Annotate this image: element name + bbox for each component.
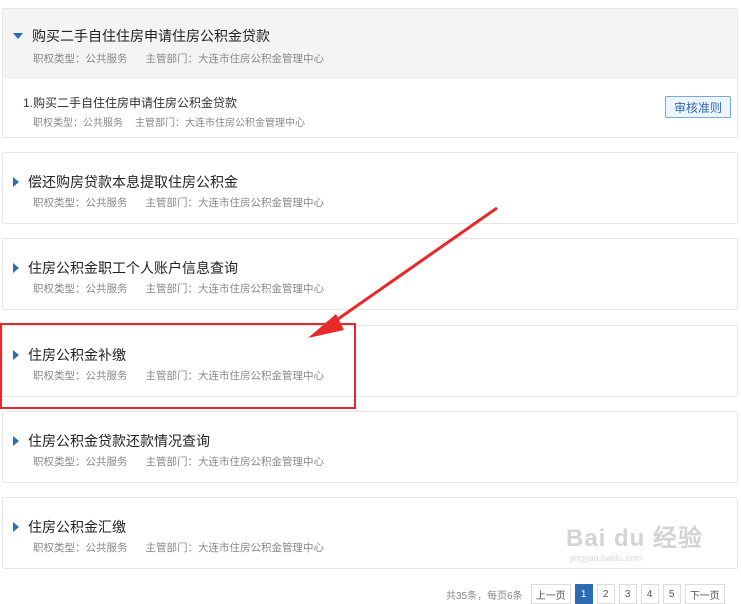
meta-dept: 主管部门：大连市住房公积金管理中心: [145, 370, 325, 382]
meta-type: 职权类型：公共服务: [33, 197, 128, 209]
service-meta: 职权类型：公共服务 主管部门：大连市住房公积金管理中心: [33, 454, 324, 469]
page-button-3[interactable]: 3: [618, 584, 637, 604]
meta-dept: 主管部门：大连市住房公积金管理中心: [145, 53, 325, 65]
caret-right-icon: [13, 522, 19, 532]
prev-page-button[interactable]: 上一页: [530, 584, 571, 604]
next-page-button[interactable]: 下一页: [684, 584, 725, 604]
page-button-1[interactable]: 1: [574, 584, 593, 604]
pagination-info: 共35条，每页6条: [446, 590, 523, 602]
service-title[interactable]: 偿还购房贷款本息提取住房公积金: [28, 172, 238, 192]
meta-type: 职权类型：公共服务: [33, 53, 128, 65]
service-meta: 职权类型：公共服务 主管部门：大连市住房公积金管理中心: [33, 51, 324, 66]
meta-type: 职权类型：公共服务: [33, 118, 123, 129]
service-meta: 职权类型：公共服务 主管部门：大连市住房公积金管理中心: [33, 368, 324, 383]
sub-service-title[interactable]: 1.购买二手自住住房申请住房公积金贷款: [23, 94, 237, 111]
caret-right-icon: [13, 177, 19, 187]
meta-dept: 主管部门：大连市住房公积金管理中心: [145, 542, 325, 554]
meta-type: 职权类型：公共服务: [33, 370, 128, 382]
sub-service-meta: 职权类型：公共服务 主管部门：大连市住房公积金管理中心: [33, 114, 305, 129]
meta-type: 职权类型：公共服务: [33, 283, 128, 295]
meta-dept: 主管部门：大连市住房公积金管理中心: [145, 197, 325, 209]
caret-right-icon: [13, 350, 19, 360]
service-meta: 职权类型：公共服务 主管部门：大连市住房公积金管理中心: [33, 540, 324, 555]
meta-dept: 主管部门：大连市住房公积金管理中心: [145, 456, 325, 468]
service-title[interactable]: 住房公积金补缴: [28, 345, 126, 365]
page-button-4[interactable]: 4: [640, 584, 659, 604]
service-item-4[interactable]: 住房公积金补缴 职权类型：公共服务 主管部门：大连市住房公积金管理中心: [2, 325, 738, 397]
meta-type: 职权类型：公共服务: [33, 542, 128, 554]
service-item-5[interactable]: 住房公积金贷款还款情况查询 职权类型：公共服务 主管部门：大连市住房公积金管理中心: [2, 411, 738, 483]
service-meta: 职权类型：公共服务 主管部门：大连市住房公积金管理中心: [33, 281, 324, 296]
review-criteria-button[interactable]: 审核准则: [665, 96, 731, 118]
service-title[interactable]: 住房公积金汇缴: [28, 517, 126, 537]
service-title[interactable]: 购买二手自住住房申请住房公积金贷款: [32, 26, 270, 46]
caret-right-icon: [13, 263, 19, 273]
meta-dept: 主管部门：大连市住房公积金管理中心: [145, 283, 325, 295]
service-title[interactable]: 住房公积金职工个人账户信息查询: [28, 258, 238, 278]
pagination: 共35条，每页6条 上一页 1 2 3 4 5 下一页: [446, 584, 729, 604]
meta-type: 职权类型：公共服务: [33, 456, 128, 468]
service-item-6[interactable]: 住房公积金汇缴 职权类型：公共服务 主管部门：大连市住房公积金管理中心: [2, 497, 738, 569]
service-meta: 职权类型：公共服务 主管部门：大连市住房公积金管理中心: [33, 195, 324, 210]
page-button-2[interactable]: 2: [596, 584, 615, 604]
service-item-1[interactable]: 购买二手自住住房申请住房公积金贷款 职权类型：公共服务主管部门：大连市住房公积金…: [2, 8, 738, 138]
service-item-2[interactable]: 偿还购房贷款本息提取住房公积金 职权类型：公共服务 主管部门：大连市住房公积金管理…: [2, 152, 738, 224]
caret-right-icon: [13, 436, 19, 446]
caret-down-icon: [13, 33, 23, 39]
page-button-5[interactable]: 5: [662, 584, 681, 604]
sub-service-item[interactable]: 1.购买二手自住住房申请住房公积金贷款 职权类型：公共服务 主管部门：大连市住房公…: [3, 79, 737, 137]
service-title[interactable]: 住房公积金贷款还款情况查询: [28, 431, 210, 451]
service-item-3[interactable]: 住房公积金职工个人账户信息查询 职权类型：公共服务 主管部门：大连市住房公积金管理…: [2, 238, 738, 310]
meta-dept: 主管部门：大连市住房公积金管理中心: [135, 118, 305, 129]
